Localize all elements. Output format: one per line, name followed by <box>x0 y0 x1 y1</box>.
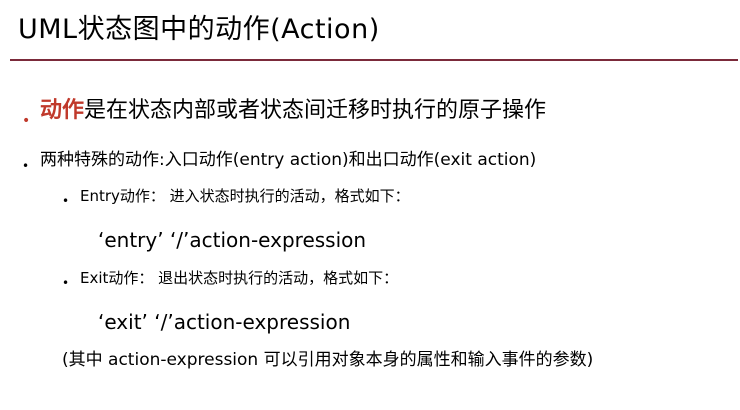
bullet-text: Entry动作： 进入状态时执行的活动，格式如下： <box>80 187 410 205</box>
bullet-action-definition: • 动作是在状态内部或者状态间迁移时执行的原子操作 <box>22 96 546 129</box>
bullet-text: 动作是在状态内部或者状态间迁移时执行的原子操作 <box>22 98 546 123</box>
bullet-dot-icon: • <box>22 159 30 173</box>
page-title: UML状态图中的动作(Action) <box>18 14 380 45</box>
sub-bullet-exit: • Exit动作： 退出状态时执行的活动，格式如下： <box>62 266 398 290</box>
title-divider <box>10 59 738 61</box>
definition-text: 是在状态内部或者状态间迁移时执行的原子操作 <box>84 98 547 123</box>
bullet-dot-icon: • <box>62 194 70 208</box>
footnote: (其中 action-expression 可以引用对象本身的属性和输入事件的参… <box>62 350 594 370</box>
bullet-text: Exit动作： 退出状态时执行的活动，格式如下： <box>80 269 399 287</box>
exit-expression: ‘exit’ ‘/’action-expression <box>98 310 351 334</box>
entry-expression: ‘entry’ ‘/’action-expression <box>98 228 367 252</box>
bullet-text: 两种特殊的动作:入口动作(entry action)和出口动作(exit act… <box>40 150 537 170</box>
sub-bullet-entry: • Entry动作： 进入状态时执行的活动，格式如下： <box>62 184 410 208</box>
highlight-term: 动作 <box>40 98 85 123</box>
bullet-special-actions: • 两种特殊的动作:入口动作(entry action)和出口动作(exit a… <box>22 147 536 173</box>
bullet-dot-icon: • <box>62 276 70 290</box>
bullet-dot-icon: • <box>22 113 31 129</box>
